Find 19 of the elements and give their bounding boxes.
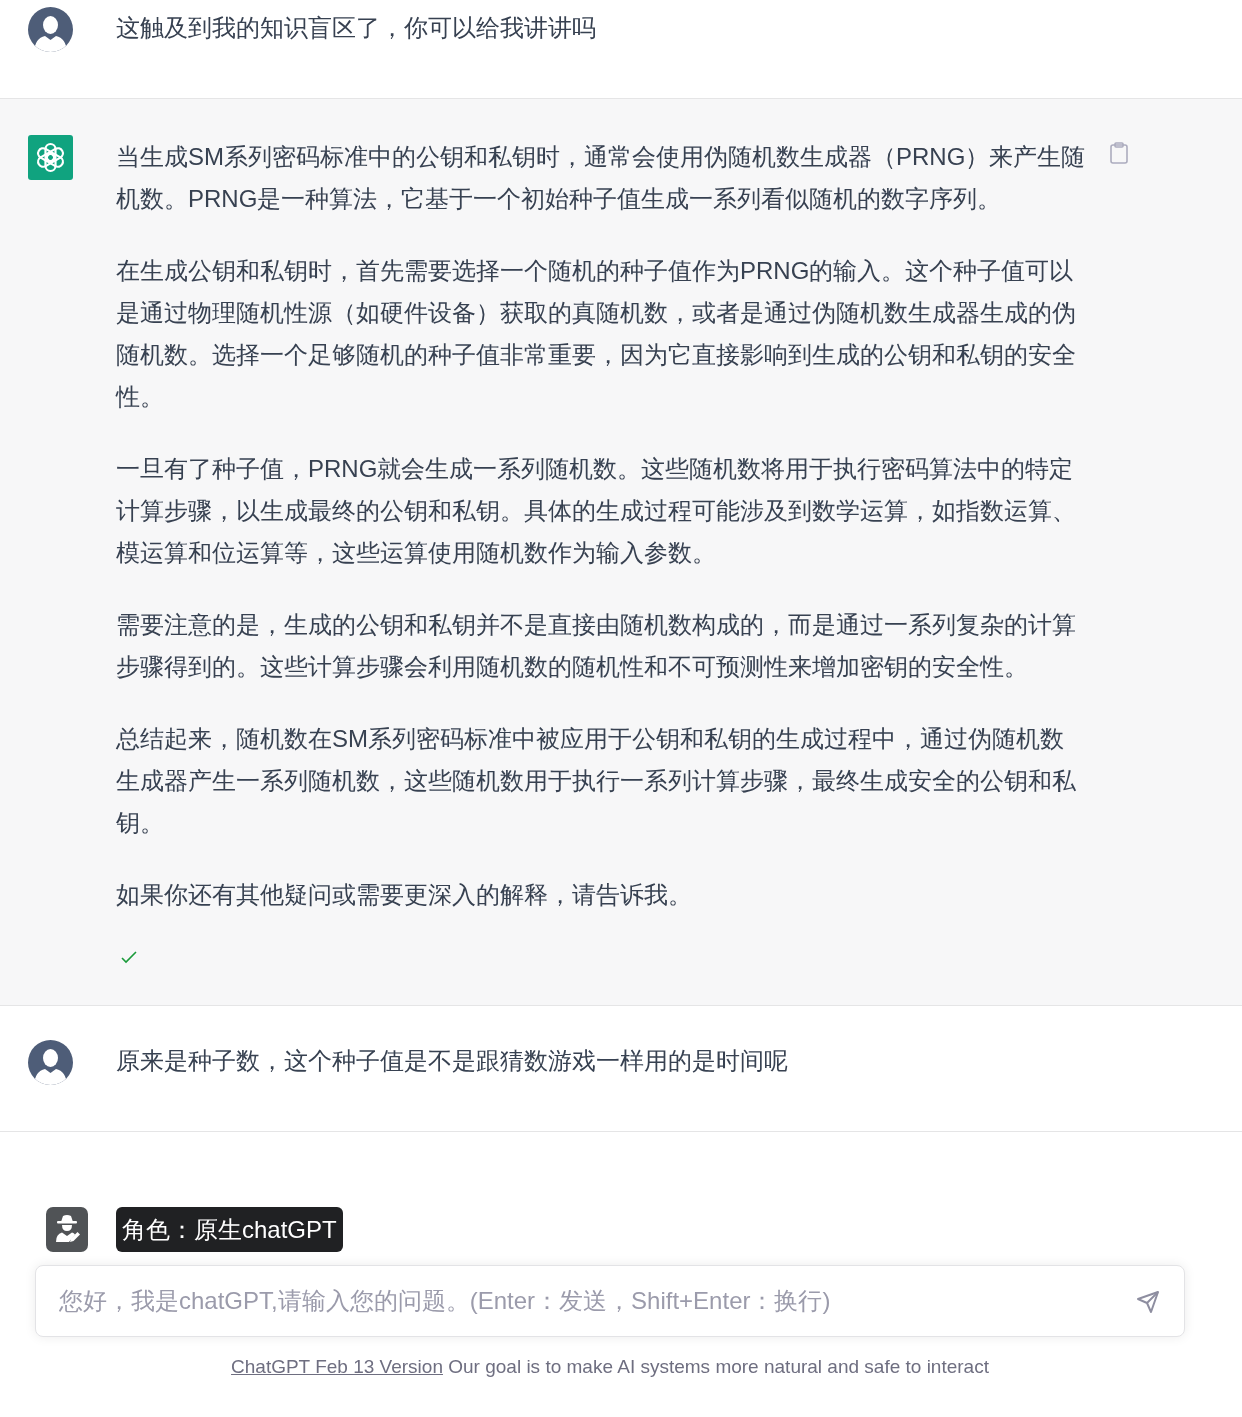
response-paragraph: 一旦有了种子值，PRNG就会生成一系列随机数。这些随机数将用于执行密码算法中的特定计算步骤，以生成最终的公钥和私钥。具体的生成过程可能涉及到数学运算，如指数运算、模运算和位运算等，这些运算使用随机数作为输入参数。 (116, 454, 1077, 568)
response-paragraph: 在生成公钥和私钥时，首先需要选择一个随机的种子值作为PRNG的输入。这个种子值可以是通过物理随机性源（如硬件设备）获取的真随机数，或者是通过伪随机数生成器生成的伪随机数。选择一个足够随机的种子值非常重要，因为它直接影响到生成的公钥和私钥的安全性。 (116, 256, 1077, 412)
send-button[interactable] (1135, 1289, 1161, 1315)
agent-icon (46, 1207, 88, 1252)
user-avatar-icon (28, 7, 73, 52)
message-input[interactable]: 您好，我是chatGPT,请输入您的问题。(Enter：发送，Shift+Enter：换行) (35, 1265, 1185, 1337)
response-paragraph: 总结起来，随机数在SM系列密码标准中被应用于公钥和私钥的生成过程中，通过伪随机数生成器产生一系列随机数，这些随机数用于执行一系列计算步骤，最终生成安全的公钥和私钥。 (116, 724, 1077, 838)
user-message-text: 原来是种子数，这个种子值是不是跟猜数游戏一样用的是时间呢 (116, 1046, 789, 1076)
assistant-logo-icon (28, 135, 73, 180)
version-link[interactable]: ChatGPT Feb 13 Version (231, 1356, 443, 1377)
footer-note: ChatGPT Feb 13 Version Our goal is to make AI systems more natural and safe to interact (230, 1355, 990, 1379)
response-paragraph: 当生成SM系列密码标准中的公钥和私钥时，通常会使用伪随机数生成器（PRNG）来产生随机数。PRNG是一种算法，它基于一个初始种子值生成一系列看似随机的数字序列。 (116, 142, 1086, 214)
copy-icon[interactable] (1110, 142, 1128, 164)
user-message-text: 这触及到我的知识盲区了，你可以给我讲讲吗 (116, 13, 597, 43)
send-icon (1136, 1290, 1160, 1314)
user-avatar-icon (28, 1040, 73, 1085)
response-paragraph: 如果你还有其他疑问或需要更深入的解释，请告诉我。 (116, 880, 693, 910)
response-paragraph: 需要注意的是，生成的公钥和私钥并不是直接由随机数构成的，而是通过一系列复杂的计算步骤得到的。这些计算步骤会利用随机数的随机性和不可预测性来增加密钥的安全性。 (116, 610, 1077, 682)
role-label: 角色：原生chatGPT (116, 1207, 343, 1252)
